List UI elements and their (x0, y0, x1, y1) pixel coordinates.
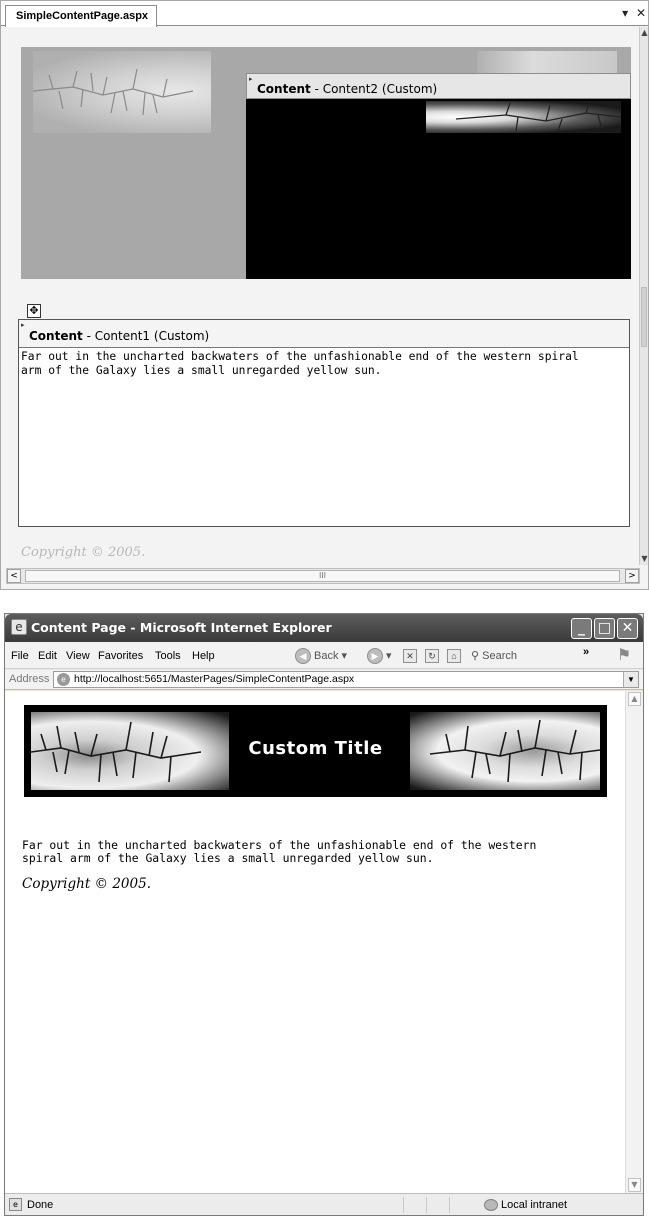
minimize-button[interactable]: _ (571, 618, 592, 639)
menu-help[interactable]: Help (192, 650, 215, 662)
windows-logo-icon: ⚑ (616, 645, 632, 664)
address-label: Address (9, 673, 50, 685)
browser-window: e Content Page - Microsoft Internet Expl… (4, 613, 644, 1216)
status-text: Done (27, 1199, 54, 1211)
chevron-down-icon[interactable]: ▼ (623, 672, 638, 687)
page-done-icon: e (9, 1198, 22, 1211)
content2-placeholder[interactable]: ▸ Content - Content2 (Custom) (246, 73, 631, 279)
fractal-graphic (33, 68, 194, 116)
content1-placeholder[interactable]: ▸ Content - Content1 (Custom) Far out in… (18, 319, 630, 527)
refresh-icon: ↻ (425, 649, 439, 664)
scroll-up-icon[interactable]: ▲ (628, 692, 641, 706)
designer-copyright: Copyright © 2005. (21, 545, 146, 560)
content1-header[interactable]: ▸ Content - Content1 (Custom) (19, 320, 629, 348)
intranet-icon (484, 1199, 498, 1212)
content1-text[interactable]: Far out in the uncharted backwaters of t… (21, 350, 627, 378)
title-bar[interactable]: e Content Page - Microsoft Internet Expl… (5, 614, 643, 642)
stop-icon: ✕ (403, 649, 417, 664)
search-label: Search (482, 650, 517, 662)
fractal-graphic (455, 100, 622, 132)
scroll-down-icon[interactable]: ▼ (628, 1178, 641, 1192)
vertical-scrollbar[interactable]: ▲ ▼ (639, 27, 648, 565)
refresh-button[interactable]: ↻ (425, 646, 439, 666)
status-pane (426, 1197, 448, 1213)
page-icon: e (57, 673, 70, 686)
document-tabstrip: SimpleContentPage.aspx ▾ ✕ (1, 1, 648, 27)
ie-app-icon[interactable]: e (11, 619, 27, 635)
forward-arrow-icon: ▶ (367, 648, 383, 665)
page-body-text: Far out in the uncharted backwaters of t… (22, 838, 537, 865)
banner-title: Custom Title (248, 738, 383, 759)
security-zone[interactable]: Local intranet (484, 1197, 567, 1213)
fractal-image-right (477, 51, 617, 75)
smart-tag-icon[interactable]: ▸ (249, 76, 253, 83)
scroll-thumb[interactable] (641, 287, 647, 347)
window-position-icon[interactable]: ▾ (622, 6, 628, 20)
scroll-up-icon[interactable]: ▲ (640, 27, 649, 39)
zone-label: Local intranet (501, 1199, 568, 1211)
move-handle-icon[interactable]: ✥ (27, 304, 41, 318)
tab-controls: ▾ ✕ (618, 6, 646, 20)
menu-file[interactable]: File (11, 650, 29, 662)
scroll-thumb[interactable]: III (25, 570, 620, 582)
fractal-image-center (426, 100, 622, 133)
content1-label: - Content1 (Custom) (82, 329, 210, 343)
back-label: Back (314, 650, 339, 662)
forward-button[interactable]: ▶ ▾ (367, 646, 392, 666)
status-bar: e Done Local intranet (5, 1193, 643, 1215)
content2-header[interactable]: ▸ Content - Content2 (Custom) (246, 73, 631, 99)
toolbar-overflow-button[interactable]: » (583, 642, 589, 662)
status-pane (449, 1197, 471, 1213)
home-button[interactable]: ⌂ (447, 646, 461, 666)
horizontal-scrollbar[interactable]: < III > (6, 568, 640, 584)
content2-label: - Content2 (Custom) (310, 82, 438, 96)
smart-tag-icon[interactable]: ▸ (21, 322, 25, 329)
designer-window: SimpleContentPage.aspx ▾ ✕ ▸ Content - C… (0, 0, 649, 590)
content1-kind: Content (29, 329, 83, 343)
back-arrow-icon: ◀ (295, 648, 311, 665)
page-viewport: Custom Title Far out in the uncharted ba… (5, 691, 625, 1193)
menu-bar: File Edit View Favorites Tools Help ◀ Bac… (5, 642, 643, 669)
address-input[interactable]: e http://localhost:5651/MasterPages/Simp… (53, 671, 639, 688)
menu-edit[interactable]: Edit (38, 650, 57, 662)
content2-kind: Content (257, 82, 311, 96)
page-copyright: Copyright © 2005. (22, 876, 151, 892)
page-vertical-scrollbar[interactable]: ▲ ▼ (625, 691, 643, 1193)
tab-simplecontentpage[interactable]: SimpleContentPage.aspx (5, 5, 158, 27)
scroll-down-icon[interactable]: ▼ (640, 553, 649, 565)
search-button[interactable]: ⚲ Search (471, 646, 517, 666)
maximize-button[interactable]: □ (594, 618, 615, 639)
close-button[interactable]: ✕ (617, 618, 638, 639)
address-bar: Address e http://localhost:5651/MasterPa… (5, 670, 643, 690)
menu-favorites[interactable]: Favorites (98, 650, 143, 662)
fractal-image-left (33, 51, 211, 133)
scroll-right-button[interactable]: > (625, 569, 639, 583)
address-url: http://localhost:5651/MasterPages/Simple… (74, 673, 355, 685)
page-banner: Custom Title (24, 705, 607, 797)
menu-tools[interactable]: Tools (155, 650, 181, 662)
close-icon[interactable]: ✕ (636, 6, 646, 20)
status-pane (403, 1197, 425, 1213)
back-button[interactable]: ◀ Back ▾ (295, 646, 347, 666)
search-icon: ⚲ (471, 650, 480, 662)
stop-button[interactable]: ✕ (403, 646, 417, 666)
scroll-left-button[interactable]: < (7, 569, 21, 583)
window-title: Content Page - Microsoft Internet Explor… (31, 620, 332, 635)
menu-view[interactable]: View (66, 650, 90, 662)
home-icon: ⌂ (447, 649, 461, 664)
